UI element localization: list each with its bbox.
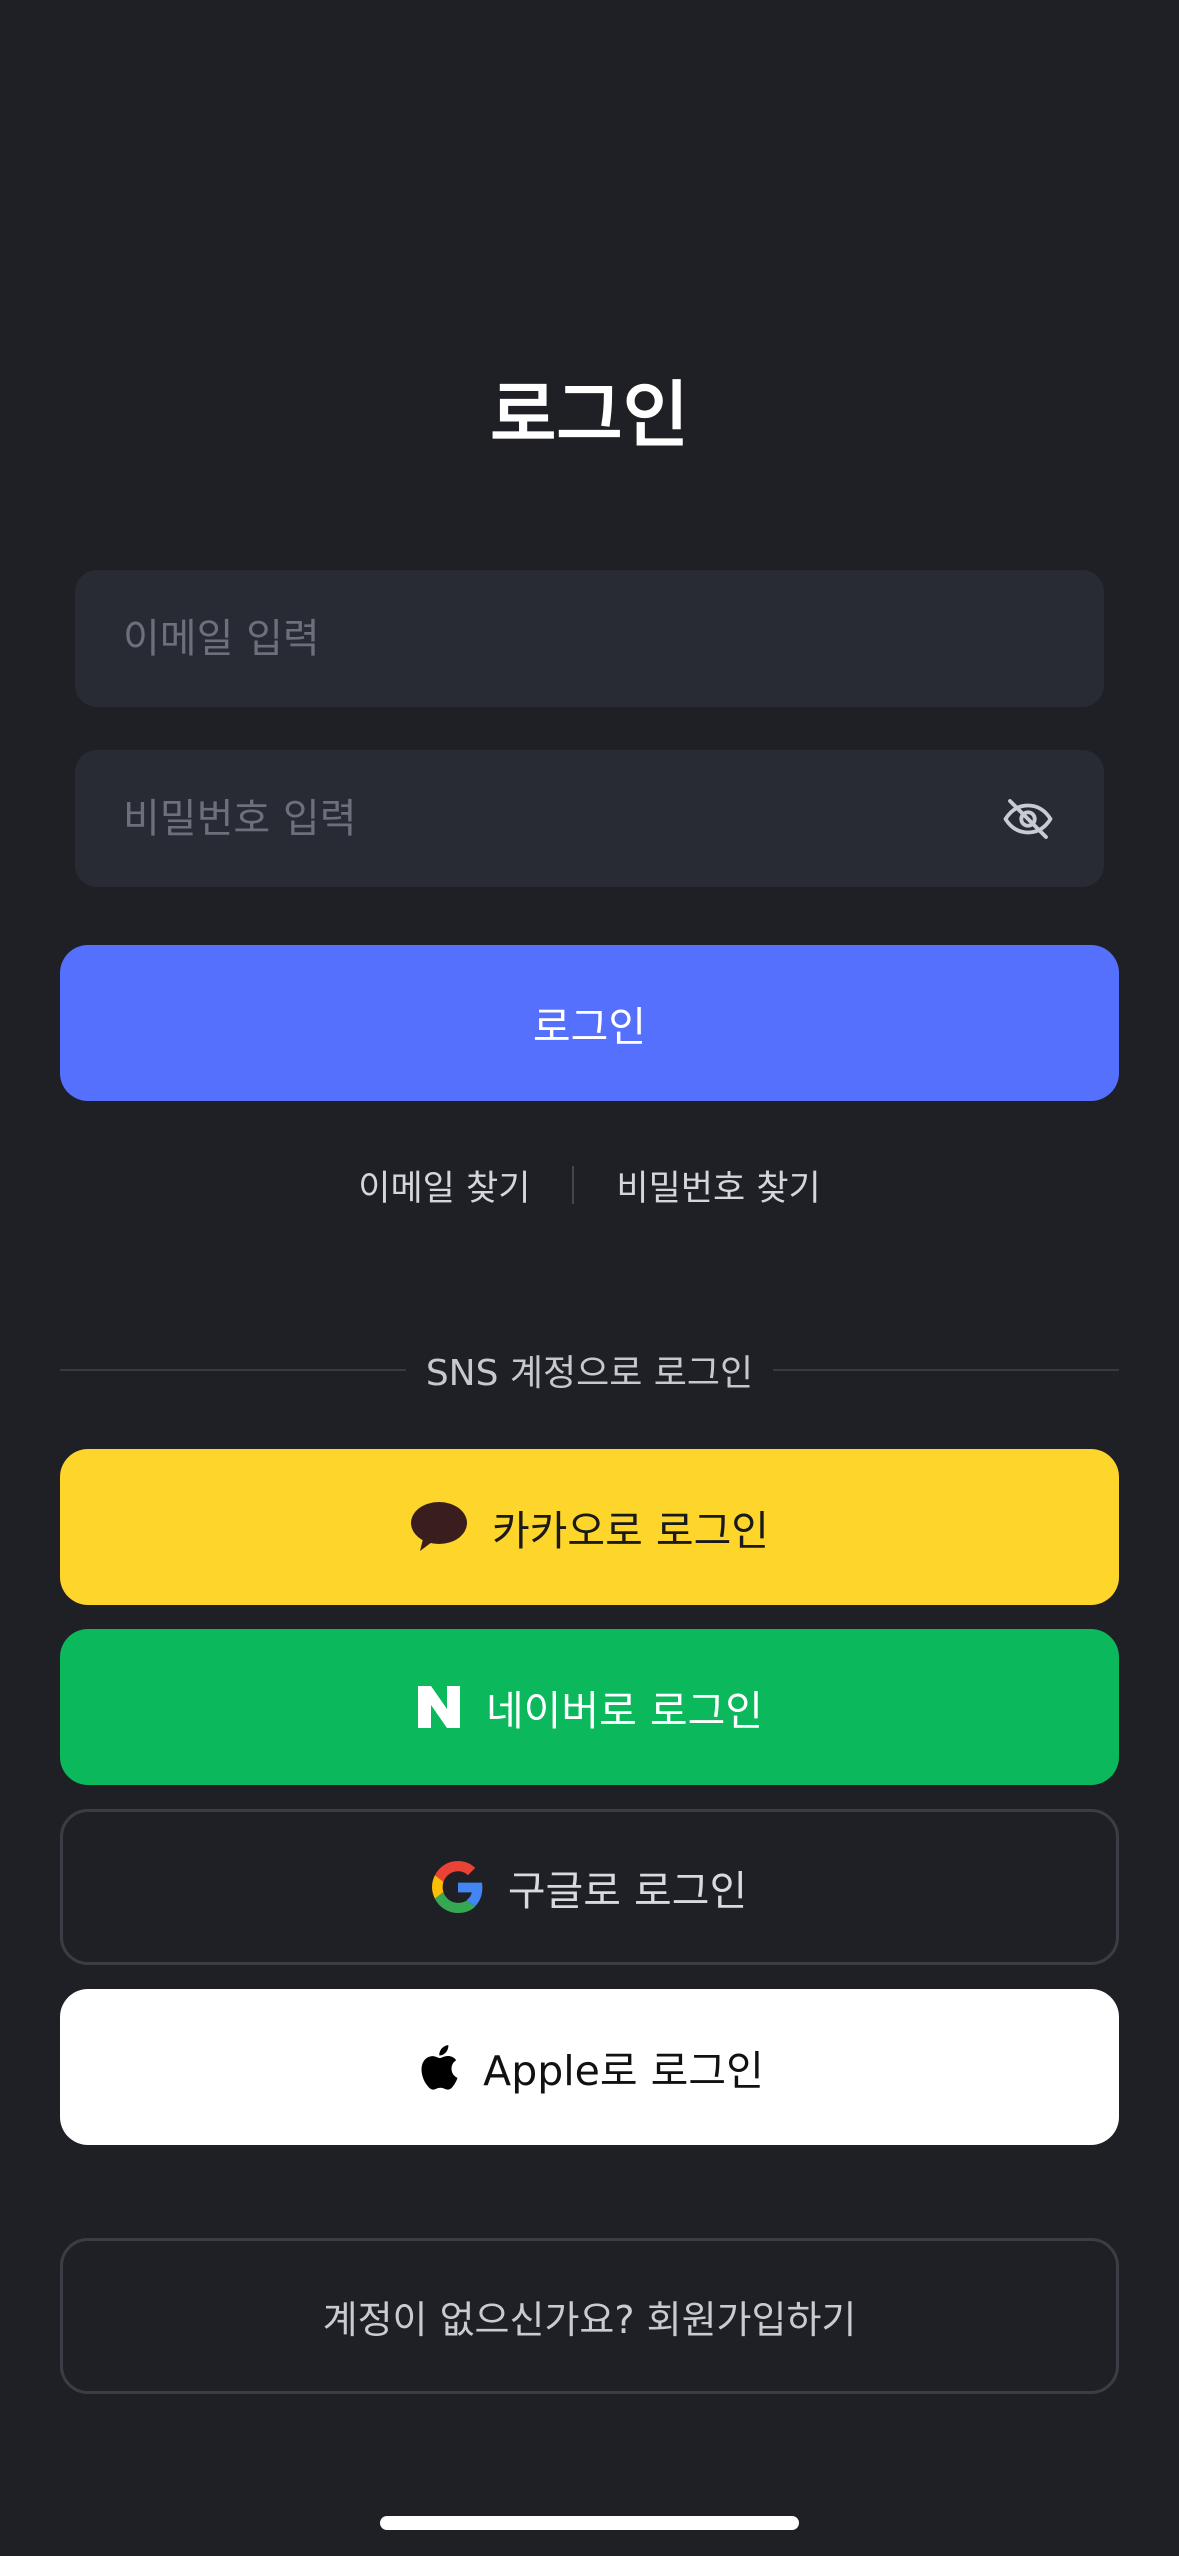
- naver-login-label: 네이버로 로그인: [485, 1687, 764, 1735]
- password-field-container[interactable]: [75, 750, 1104, 887]
- divider-line-right: [773, 1369, 1119, 1371]
- sns-divider: SNS 계정으로 로그인: [60, 1340, 1119, 1400]
- apple-icon: [415, 2041, 459, 2093]
- divider-line-left: [60, 1369, 406, 1371]
- apple-login-label: Apple로 로그인: [483, 2047, 764, 2095]
- email-input[interactable]: [123, 570, 1056, 707]
- find-email-link[interactable]: 이메일 찾기: [358, 1160, 530, 1211]
- email-field-container[interactable]: [75, 570, 1104, 707]
- eye-off-icon[interactable]: [1000, 791, 1056, 847]
- signup-button[interactable]: 계정이 없으신가요? 회원가입하기: [60, 2238, 1119, 2394]
- signup-label: 계정이 없으신가요? 회원가입하기: [322, 2297, 857, 2342]
- password-input[interactable]: [123, 750, 1000, 887]
- apple-login-button[interactable]: Apple로 로그인: [60, 1989, 1119, 2145]
- home-indicator: [380, 2516, 799, 2530]
- sns-divider-text: SNS 계정으로 로그인: [425, 1353, 754, 1394]
- link-separator: [572, 1166, 575, 1204]
- page-title: 로그인: [490, 373, 689, 457]
- kakao-login-button[interactable]: 카카오로 로그인: [60, 1449, 1119, 1605]
- google-g-icon: [431, 1861, 484, 1913]
- kakao-login-label: 카카오로 로그인: [491, 1507, 770, 1555]
- login-button-label: 로그인: [532, 1003, 647, 1051]
- login-button[interactable]: 로그인: [60, 945, 1119, 1101]
- naver-n-icon: [416, 1684, 462, 1730]
- google-login-button[interactable]: 구글로 로그인: [60, 1809, 1119, 1965]
- google-login-label: 구글로 로그인: [507, 1867, 748, 1915]
- find-password-link[interactable]: 비밀번호 찾기: [616, 1160, 820, 1211]
- find-links: 이메일 찾기 비밀번호 찾기: [0, 1155, 1179, 1215]
- naver-login-button[interactable]: 네이버로 로그인: [60, 1629, 1119, 1785]
- kakao-talk-icon: [410, 1501, 468, 1553]
